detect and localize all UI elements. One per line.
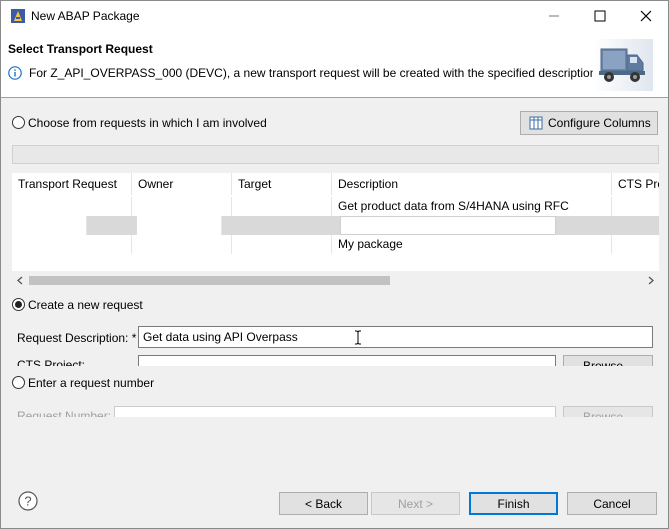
scrollbar-thumb[interactable]	[29, 276, 390, 285]
page-title: Select Transport Request	[8, 42, 153, 56]
header-message: For Z_API_OVERPASS_000 (DEVC), a new tra…	[29, 66, 597, 80]
minimize-icon	[549, 15, 559, 17]
table-row[interactable]	[12, 216, 659, 235]
wizard-header: Select Transport Request For Z_API_OVERP…	[1, 31, 668, 98]
table-row[interactable]: My package	[12, 235, 659, 254]
create-new-request-radio[interactable]	[12, 298, 25, 311]
column-header-owner[interactable]: Owner	[132, 173, 232, 195]
request-description-label: Request Description: *	[17, 331, 137, 345]
new-abap-package-dialog: New ABAP Package Select Transport Reques…	[0, 0, 669, 529]
table-cell-request	[12, 235, 132, 254]
table-cell-target	[232, 235, 332, 254]
transport-requests-table[interactable]: Transport Request Owner Target Descripti…	[12, 173, 659, 271]
help-icon[interactable]: ?	[18, 491, 38, 511]
table-cell-description: My package	[332, 235, 612, 254]
info-icon	[8, 66, 22, 80]
filter-input	[12, 145, 659, 164]
close-icon	[640, 10, 652, 22]
configure-columns-button[interactable]: Configure Columns	[520, 111, 658, 135]
maximize-button[interactable]	[577, 1, 623, 31]
help-glyph: ?	[24, 494, 31, 509]
request-description-input[interactable]: Get data using API Overpass	[138, 326, 653, 348]
maximize-icon	[594, 10, 606, 22]
table-cell-owner	[132, 197, 232, 216]
choose-involved-label: Choose from requests in which I am invol…	[28, 116, 267, 130]
table-cell-request	[12, 197, 132, 216]
window-title: New ABAP Package	[31, 9, 140, 23]
abap-package-icon	[11, 9, 25, 23]
cancel-button[interactable]: Cancel	[567, 492, 657, 515]
truck-icon	[593, 39, 653, 91]
table-cell-description	[340, 216, 556, 235]
table-cell-owner	[132, 235, 232, 254]
table-horizontal-scrollbar[interactable]	[12, 272, 659, 289]
request-number-input[interactable]	[114, 406, 556, 417]
table-cell-target	[232, 216, 332, 235]
request-number-browse-button[interactable]: Browse...	[563, 406, 653, 417]
configure-columns-label: Configure Columns	[548, 116, 651, 130]
table-cell-cts-project	[612, 235, 659, 254]
table-cell-owner	[137, 216, 222, 235]
cts-project-label: CTS Project:	[17, 358, 86, 366]
table-row[interactable]: Get product data from S/4HANA using RFC	[12, 197, 659, 216]
back-button[interactable]: < Back	[279, 492, 368, 515]
column-header-cts-project[interactable]: CTS Pro	[612, 173, 659, 195]
request-number-label: Request Number:	[17, 409, 112, 417]
column-header-transport-request[interactable]: Transport Request	[12, 173, 132, 195]
create-new-request-label: Create a new request	[28, 298, 143, 312]
table-cell-target	[232, 197, 332, 216]
table-cell-request	[12, 216, 87, 235]
enter-request-number-label: Enter a request number	[28, 376, 155, 390]
column-header-description[interactable]: Description	[332, 173, 612, 195]
table-cell-description: Get product data from S/4HANA using RFC	[332, 197, 612, 216]
scroll-left-icon[interactable]	[16, 276, 24, 285]
enter-request-number-radio[interactable]	[12, 376, 25, 389]
cts-project-row: CTS Project: Browse...	[1, 353, 669, 366]
text-cursor-icon	[355, 330, 361, 345]
cts-project-input[interactable]	[138, 355, 556, 366]
choose-involved-radio[interactable]	[12, 116, 25, 129]
table-cell-cts-project	[612, 197, 659, 216]
minimize-button[interactable]	[531, 1, 577, 31]
column-header-target[interactable]: Target	[232, 173, 332, 195]
close-button[interactable]	[623, 1, 669, 31]
next-button[interactable]: Next >	[371, 492, 460, 515]
scroll-right-icon[interactable]	[647, 276, 655, 285]
finish-button[interactable]: Finish	[469, 492, 558, 515]
request-number-row: Request Number: Browse...	[1, 405, 669, 417]
title-bar: New ABAP Package	[1, 1, 668, 31]
cts-project-browse-button[interactable]: Browse...	[563, 355, 653, 366]
columns-icon	[529, 116, 543, 130]
